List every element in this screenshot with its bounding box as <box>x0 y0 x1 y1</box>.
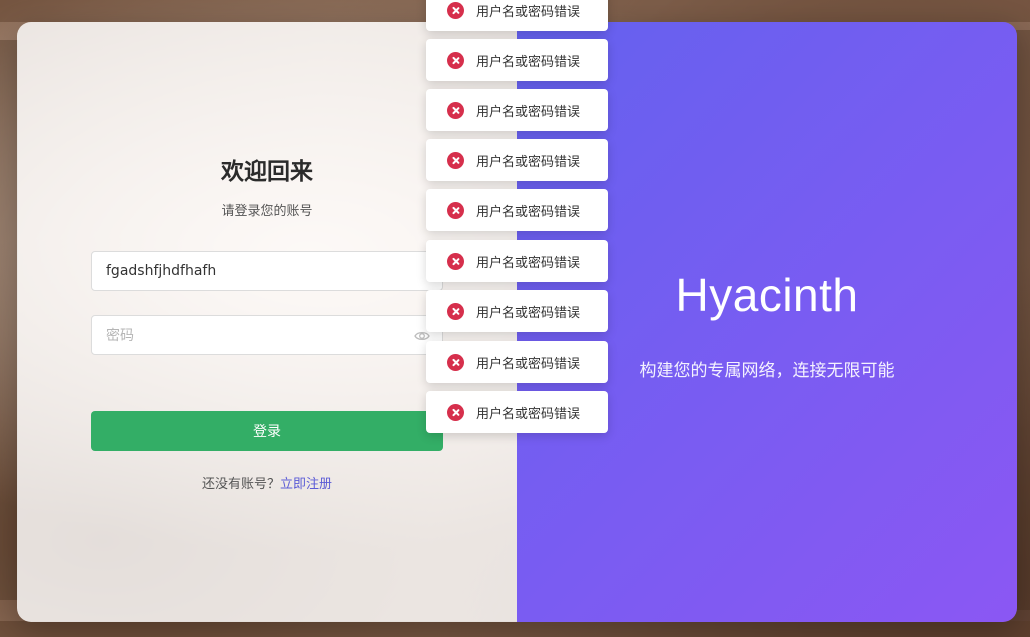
error-toast: 用户名或密码错误 <box>426 0 608 31</box>
toast-message: 用户名或密码错误 <box>476 356 581 372</box>
error-toast: 用户名或密码错误 <box>426 39 608 81</box>
login-button[interactable]: 登录 <box>91 411 443 451</box>
register-prompt: 还没有账号？立即注册 <box>17 473 517 492</box>
error-toast: 用户名或密码错误 <box>426 189 608 231</box>
toast-message: 用户名或密码错误 <box>476 305 581 321</box>
toast-message: 用户名或密码错误 <box>476 154 581 170</box>
background-bottom <box>0 621 1030 637</box>
error-toast: 用户名或密码错误 <box>426 290 608 332</box>
error-toast: 用户名或密码错误 <box>426 341 608 383</box>
register-link[interactable]: 立即注册 <box>280 477 332 492</box>
username-value: fgadshfjhdfhafh <box>106 263 217 279</box>
error-circle-icon <box>447 1 464 19</box>
background-shelf-right <box>1016 30 1030 610</box>
password-field[interactable]: 密码 <box>91 315 443 355</box>
password-placeholder: 密码 <box>106 328 134 344</box>
error-circle-icon <box>447 51 464 69</box>
toast-message: 用户名或密码错误 <box>476 4 581 20</box>
error-circle-icon <box>447 201 464 219</box>
toast-message: 用户名或密码错误 <box>476 104 581 120</box>
toast-message: 用户名或密码错误 <box>476 406 581 422</box>
error-circle-icon <box>447 403 464 421</box>
error-toast: 用户名或密码错误 <box>426 391 608 433</box>
error-circle-icon <box>447 353 464 371</box>
error-circle-icon <box>447 302 464 320</box>
error-circle-icon <box>447 151 464 169</box>
no-account-text: 还没有账号？ <box>201 477 280 492</box>
error-circle-icon <box>447 101 464 119</box>
error-toast: 用户名或密码错误 <box>426 240 608 282</box>
error-circle-icon <box>447 252 464 270</box>
toast-message: 用户名或密码错误 <box>476 54 581 70</box>
error-toast: 用户名或密码错误 <box>426 139 608 181</box>
toast-message: 用户名或密码错误 <box>476 204 581 220</box>
toast-message: 用户名或密码错误 <box>476 255 581 271</box>
background-shelf-left <box>0 40 18 600</box>
error-toast: 用户名或密码错误 <box>426 89 608 131</box>
username-field[interactable]: fgadshfjhdfhafh <box>91 251 443 291</box>
